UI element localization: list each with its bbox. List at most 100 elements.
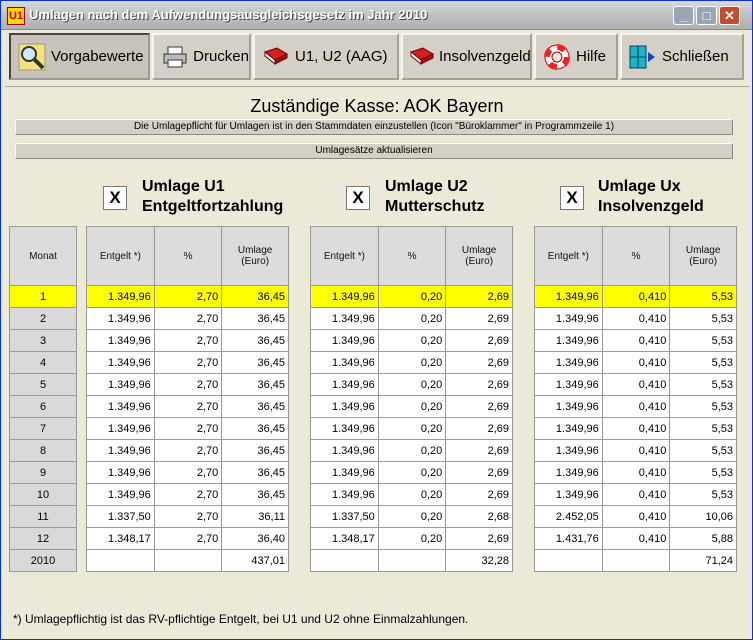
close-button[interactable]: ✕ [719,6,740,25]
umlage-cell[interactable]: 2,69 [445,483,513,506]
table-row[interactable]: 1.431,76 0,410 5,88 [534,527,737,550]
percent-cell[interactable]: 0,410 [601,439,671,462]
entgelt-cell[interactable]: 1.349,96 [534,461,603,484]
umlage-cell[interactable]: 2,69 [445,417,513,440]
percent-cell[interactable]: 0,410 [601,505,671,528]
entgelt-cell[interactable]: 1.349,96 [86,307,155,330]
table-row[interactable]: 1.349,96 2,70 36,45 [86,439,289,462]
table-row[interactable]: 1.349,96 2,70 36,45 [86,285,289,308]
percent-cell[interactable] [377,549,447,572]
table-row[interactable]: 1.349,96 2,70 36,45 [86,395,289,418]
percent-cell[interactable]: 0,410 [601,307,671,330]
percent-cell[interactable]: 2,70 [153,351,223,374]
umlage-cell[interactable]: 32,28 [445,549,513,572]
umlage-cell[interactable]: 36,45 [221,461,289,484]
umlage-cell[interactable]: 36,45 [221,439,289,462]
entgelt-cell[interactable]: 1.349,96 [310,461,379,484]
table-row[interactable]: 437,01 [86,549,289,572]
title-bar[interactable]: U1 Umlagen nach dem Aufwendungsausgleich… [1,1,752,30]
table-row[interactable]: 71,24 [534,549,737,572]
entgelt-cell[interactable]: 1.349,96 [86,373,155,396]
umlage-cell[interactable]: 5,53 [669,395,737,418]
percent-cell[interactable]: 2,70 [153,505,223,528]
u1-checkbox[interactable]: X [103,186,127,210]
entgelt-cell[interactable]: 1.349,96 [534,417,603,440]
entgelt-cell[interactable] [86,549,155,572]
table-row[interactable]: 1.349,96 0,20 2,69 [310,395,513,418]
table-row[interactable]: 8 [9,439,77,462]
entgelt-cell[interactable]: 1.349,96 [86,417,155,440]
umlage-cell[interactable]: 2,69 [445,373,513,396]
entgelt-cell[interactable]: 1.349,96 [534,307,603,330]
table-row[interactable]: 9 [9,461,77,484]
entgelt-cell[interactable]: 1.348,17 [310,527,379,550]
umlage-cell[interactable]: 10,06 [669,505,737,528]
month-cell[interactable]: 1 [9,285,77,308]
table-row[interactable]: 1.349,96 2,70 36,45 [86,307,289,330]
percent-cell[interactable]: 0,20 [377,373,447,396]
percent-cell[interactable]: 0,410 [601,329,671,352]
percent-cell[interactable]: 2,70 [153,307,223,330]
entgelt-cell[interactable]: 1.349,96 [86,439,155,462]
entgelt-cell[interactable]: 1.337,50 [310,505,379,528]
table-row[interactable]: 1.349,96 0,20 2,69 [310,351,513,374]
percent-cell[interactable]: 0,410 [601,417,671,440]
table-row[interactable]: 1.349,96 0,410 5,53 [534,307,737,330]
percent-cell[interactable]: 2,70 [153,417,223,440]
month-cell[interactable]: 8 [9,439,77,462]
umlage-cell[interactable]: 36,45 [221,373,289,396]
percent-cell[interactable]: 2,70 [153,285,223,308]
umlage-cell[interactable]: 5,53 [669,329,737,352]
month-cell[interactable]: 11 [9,505,77,528]
umlage-cell[interactable]: 36,45 [221,417,289,440]
table-row[interactable]: 1.349,96 2,70 36,45 [86,461,289,484]
entgelt-cell[interactable]: 1.349,96 [534,395,603,418]
umlage-cell[interactable]: 5,53 [669,483,737,506]
table-row[interactable]: 1.349,96 0,410 5,53 [534,439,737,462]
table-row[interactable]: 4 [9,351,77,374]
table-row[interactable]: 1.349,96 0,410 5,53 [534,329,737,352]
table-row[interactable]: 1.349,96 0,410 5,53 [534,351,737,374]
entgelt-cell[interactable]: 1.349,96 [534,439,603,462]
percent-cell[interactable]: 2,70 [153,373,223,396]
entgelt-cell[interactable]: 1.349,96 [310,395,379,418]
table-row[interactable]: 1.349,96 0,20 2,69 [310,373,513,396]
umlage-cell[interactable]: 71,24 [669,549,737,572]
table-row[interactable]: 1.349,96 0,410 5,53 [534,461,737,484]
table-row[interactable]: 32,28 [310,549,513,572]
umlage-cell[interactable]: 2,69 [445,351,513,374]
entgelt-cell[interactable]: 1.349,96 [86,351,155,374]
umlage-cell[interactable]: 5,53 [669,461,737,484]
entgelt-cell[interactable]: 1.349,96 [86,395,155,418]
table-row[interactable]: 1.349,96 0,20 2,69 [310,417,513,440]
table-row[interactable]: 1.349,96 2,70 36,45 [86,329,289,352]
schliessen-button[interactable]: Schließen [620,33,744,80]
table-row[interactable]: 1.349,96 2,70 36,45 [86,417,289,440]
umlage-cell[interactable]: 2,69 [445,285,513,308]
percent-cell[interactable]: 2,70 [153,527,223,550]
month-cell[interactable]: 10 [9,483,77,506]
table-row[interactable]: 1.349,96 0,410 5,53 [534,395,737,418]
entgelt-cell[interactable]: 1.349,96 [534,329,603,352]
entgelt-cell[interactable]: 1.349,96 [534,351,603,374]
info-bar[interactable]: Die Umlagepflicht für Umlagen ist in den… [15,119,733,135]
entgelt-cell[interactable] [310,549,379,572]
table-row[interactable]: 1.349,96 2,70 36,45 [86,351,289,374]
entgelt-cell[interactable]: 1.431,76 [534,527,603,550]
umlage-cell[interactable]: 5,88 [669,527,737,550]
percent-cell[interactable]: 2,70 [153,439,223,462]
percent-cell[interactable] [601,549,671,572]
umlage-cell[interactable]: 5,53 [669,373,737,396]
month-cell[interactable]: 3 [9,329,77,352]
table-row[interactable]: 1.349,96 0,20 2,69 [310,329,513,352]
percent-cell[interactable]: 0,20 [377,395,447,418]
entgelt-cell[interactable]: 2.452,05 [534,505,603,528]
entgelt-cell[interactable]: 1.349,96 [86,329,155,352]
drucken-button[interactable]: Drucken [152,33,251,80]
percent-cell[interactable]: 0,410 [601,285,671,308]
month-cell[interactable]: 7 [9,417,77,440]
entgelt-cell[interactable]: 1.349,96 [534,373,603,396]
table-row[interactable]: 1.349,96 2,70 36,45 [86,373,289,396]
percent-cell[interactable]: 0,20 [377,351,447,374]
umlage-cell[interactable]: 36,45 [221,395,289,418]
